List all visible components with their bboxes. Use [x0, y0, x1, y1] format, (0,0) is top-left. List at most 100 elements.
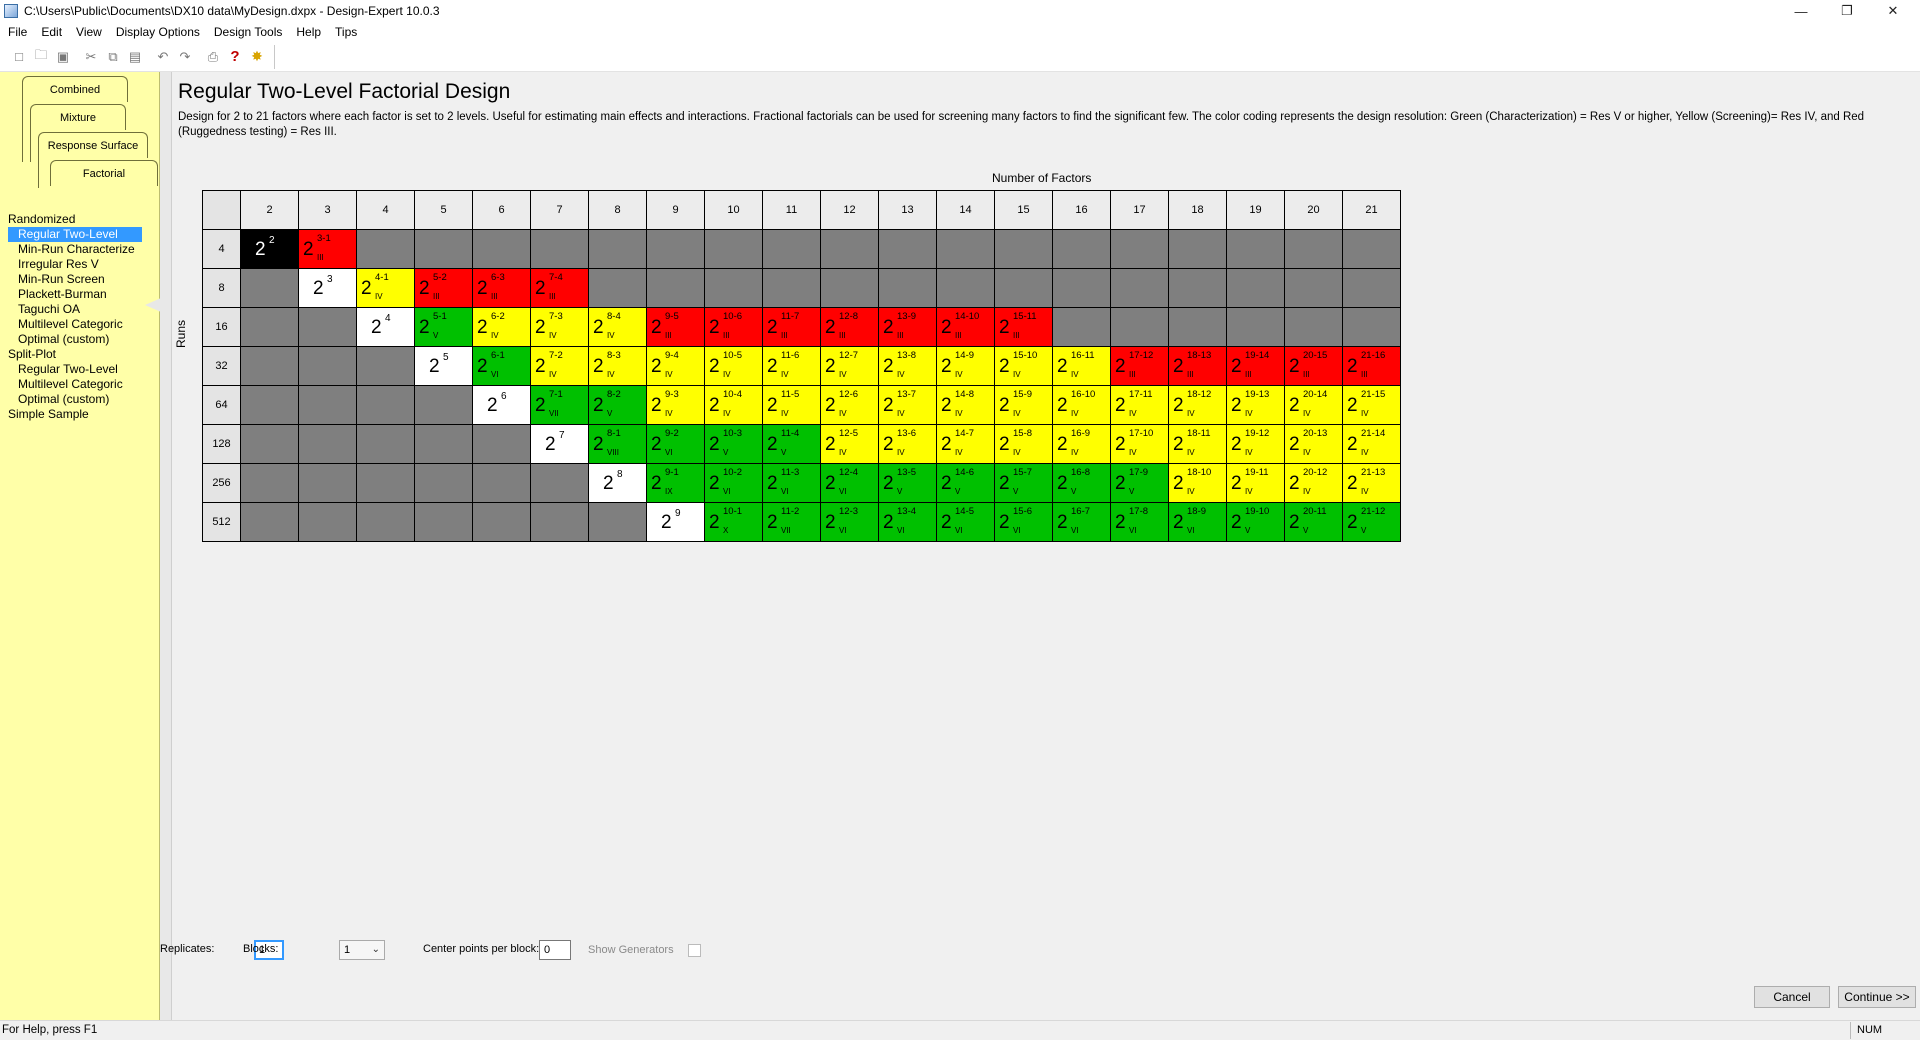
design-cell[interactable]: 2 20-14 IV: [1284, 385, 1343, 425]
design-cell[interactable]: 2 8-1 VIII: [588, 424, 647, 464]
design-cell[interactable]: 2 15-11 III: [994, 307, 1053, 347]
empty-design-cell[interactable]: [414, 385, 473, 425]
design-cell[interactable]: 2 9-1 IX: [646, 463, 705, 503]
design-cell[interactable]: 2 14-9 IV: [936, 346, 995, 386]
tab-combined[interactable]: Combined: [22, 76, 128, 102]
empty-design-cell[interactable]: [588, 229, 647, 269]
design-cell[interactable]: 2 7-4 III: [530, 268, 589, 308]
tab-factorial[interactable]: Factorial: [50, 160, 158, 186]
empty-design-cell[interactable]: [240, 385, 299, 425]
empty-design-cell[interactable]: [298, 463, 357, 503]
design-cell[interactable]: 2 15-10 IV: [994, 346, 1053, 386]
menu-tips[interactable]: Tips: [328, 22, 364, 42]
design-cell[interactable]: 2 13-5 V: [878, 463, 937, 503]
empty-design-cell[interactable]: [1226, 229, 1285, 269]
design-cell[interactable]: 2 11-7 III: [762, 307, 821, 347]
design-cell[interactable]: 2 21-14 IV: [1342, 424, 1401, 464]
design-cell[interactable]: 2 7-2 IV: [530, 346, 589, 386]
design-cell[interactable]: 2 11-3 VI: [762, 463, 821, 503]
design-cell[interactable]: 2 18-11 IV: [1168, 424, 1227, 464]
empty-design-cell[interactable]: [878, 268, 937, 308]
empty-design-cell[interactable]: [588, 502, 647, 542]
design-cell[interactable]: 2 13-6 IV: [878, 424, 937, 464]
design-cell[interactable]: 27: [530, 424, 589, 464]
design-cell[interactable]: 2 20-13 IV: [1284, 424, 1343, 464]
empty-design-cell[interactable]: [994, 268, 1053, 308]
design-cell[interactable]: 2 9-5 III: [646, 307, 705, 347]
design-cell[interactable]: 2 12-4 VI: [820, 463, 879, 503]
design-cell[interactable]: 28: [588, 463, 647, 503]
design-cell[interactable]: 2 12-8 III: [820, 307, 879, 347]
empty-design-cell[interactable]: [1052, 307, 1111, 347]
empty-design-cell[interactable]: [240, 307, 299, 347]
design-cell[interactable]: 2 20-11 V: [1284, 502, 1343, 542]
design-cell[interactable]: 29: [646, 502, 705, 542]
cut-icon[interactable]: ✂: [80, 46, 102, 68]
print-icon[interactable]: ⎙: [202, 46, 224, 68]
design-cell[interactable]: 2 16-8 V: [1052, 463, 1111, 503]
empty-design-cell[interactable]: [298, 346, 357, 386]
design-cell[interactable]: 2 14-7 IV: [936, 424, 995, 464]
show-generators-checkbox[interactable]: [688, 944, 701, 957]
design-cell[interactable]: 2 20-12 IV: [1284, 463, 1343, 503]
design-cell[interactable]: 2 13-7 IV: [878, 385, 937, 425]
empty-design-cell[interactable]: [414, 424, 473, 464]
empty-design-cell[interactable]: [356, 502, 415, 542]
item-min-run-characterize[interactable]: Min-Run Characterize: [8, 242, 158, 257]
design-cell[interactable]: 2 14-10 III: [936, 307, 995, 347]
empty-design-cell[interactable]: [240, 502, 299, 542]
design-cell[interactable]: 2 5-1 V: [414, 307, 473, 347]
empty-design-cell[interactable]: [240, 463, 299, 503]
design-cell[interactable]: 2 15-7 V: [994, 463, 1053, 503]
design-cell[interactable]: 2 8-2 V: [588, 385, 647, 425]
empty-design-cell[interactable]: [820, 229, 879, 269]
design-cell[interactable]: 2 11-2 VII: [762, 502, 821, 542]
empty-design-cell[interactable]: [1342, 307, 1401, 347]
item-min-run-screen[interactable]: Min-Run Screen: [8, 272, 158, 287]
empty-design-cell[interactable]: [298, 502, 357, 542]
design-cell[interactable]: 2 17-12 III: [1110, 346, 1169, 386]
item-split-optimal-custom[interactable]: Optimal (custom): [8, 392, 158, 407]
design-cell[interactable]: 2 3-1 III: [298, 229, 357, 269]
design-cell[interactable]: 2 15-6 VI: [994, 502, 1053, 542]
item-plackett-burman[interactable]: Plackett-Burman: [8, 287, 158, 302]
design-cell[interactable]: 2 12-5 IV: [820, 424, 879, 464]
empty-design-cell[interactable]: [936, 268, 995, 308]
design-cell[interactable]: 2 21-12 V: [1342, 502, 1401, 542]
design-cell[interactable]: 2 18-12 IV: [1168, 385, 1227, 425]
design-cell[interactable]: 2 20-15 III: [1284, 346, 1343, 386]
design-cell[interactable]: 2 16-9 IV: [1052, 424, 1111, 464]
item-optimal-custom[interactable]: Optimal (custom): [8, 332, 158, 347]
empty-design-cell[interactable]: [356, 424, 415, 464]
panel-splitter[interactable]: [160, 72, 172, 1020]
design-cell[interactable]: 2 19-13 IV: [1226, 385, 1285, 425]
empty-design-cell[interactable]: [472, 502, 531, 542]
design-cell[interactable]: 2 21-15 IV: [1342, 385, 1401, 425]
empty-design-cell[interactable]: [704, 268, 763, 308]
menu-design-tools[interactable]: Design Tools: [207, 22, 289, 42]
menu-help[interactable]: Help: [289, 22, 328, 42]
design-cell[interactable]: 25: [414, 346, 473, 386]
empty-design-cell[interactable]: [588, 268, 647, 308]
design-cell[interactable]: 2 5-2 III: [414, 268, 473, 308]
group-randomized[interactable]: Randomized: [8, 212, 158, 227]
item-split-regular-two-level[interactable]: Regular Two-Level: [8, 362, 158, 377]
continue-button[interactable]: Continue >>: [1838, 986, 1916, 1008]
empty-design-cell[interactable]: [414, 463, 473, 503]
empty-design-cell[interactable]: [472, 229, 531, 269]
design-cell[interactable]: 2 10-4 IV: [704, 385, 763, 425]
design-cell[interactable]: 2 7-1 VII: [530, 385, 589, 425]
design-cell[interactable]: 24: [356, 307, 415, 347]
design-cell[interactable]: 2 12-3 VI: [820, 502, 879, 542]
empty-design-cell[interactable]: [356, 463, 415, 503]
design-cell[interactable]: 2 8-4 IV: [588, 307, 647, 347]
empty-design-cell[interactable]: [1342, 268, 1401, 308]
empty-design-cell[interactable]: [1168, 268, 1227, 308]
empty-design-cell[interactable]: [298, 424, 357, 464]
empty-design-cell[interactable]: [240, 346, 299, 386]
design-cell[interactable]: 23: [298, 268, 357, 308]
empty-design-cell[interactable]: [878, 229, 937, 269]
tab-response-surface[interactable]: Response Surface: [38, 132, 148, 158]
design-cell[interactable]: 2 17-9 V: [1110, 463, 1169, 503]
design-cell[interactable]: 2 10-3 V: [704, 424, 763, 464]
